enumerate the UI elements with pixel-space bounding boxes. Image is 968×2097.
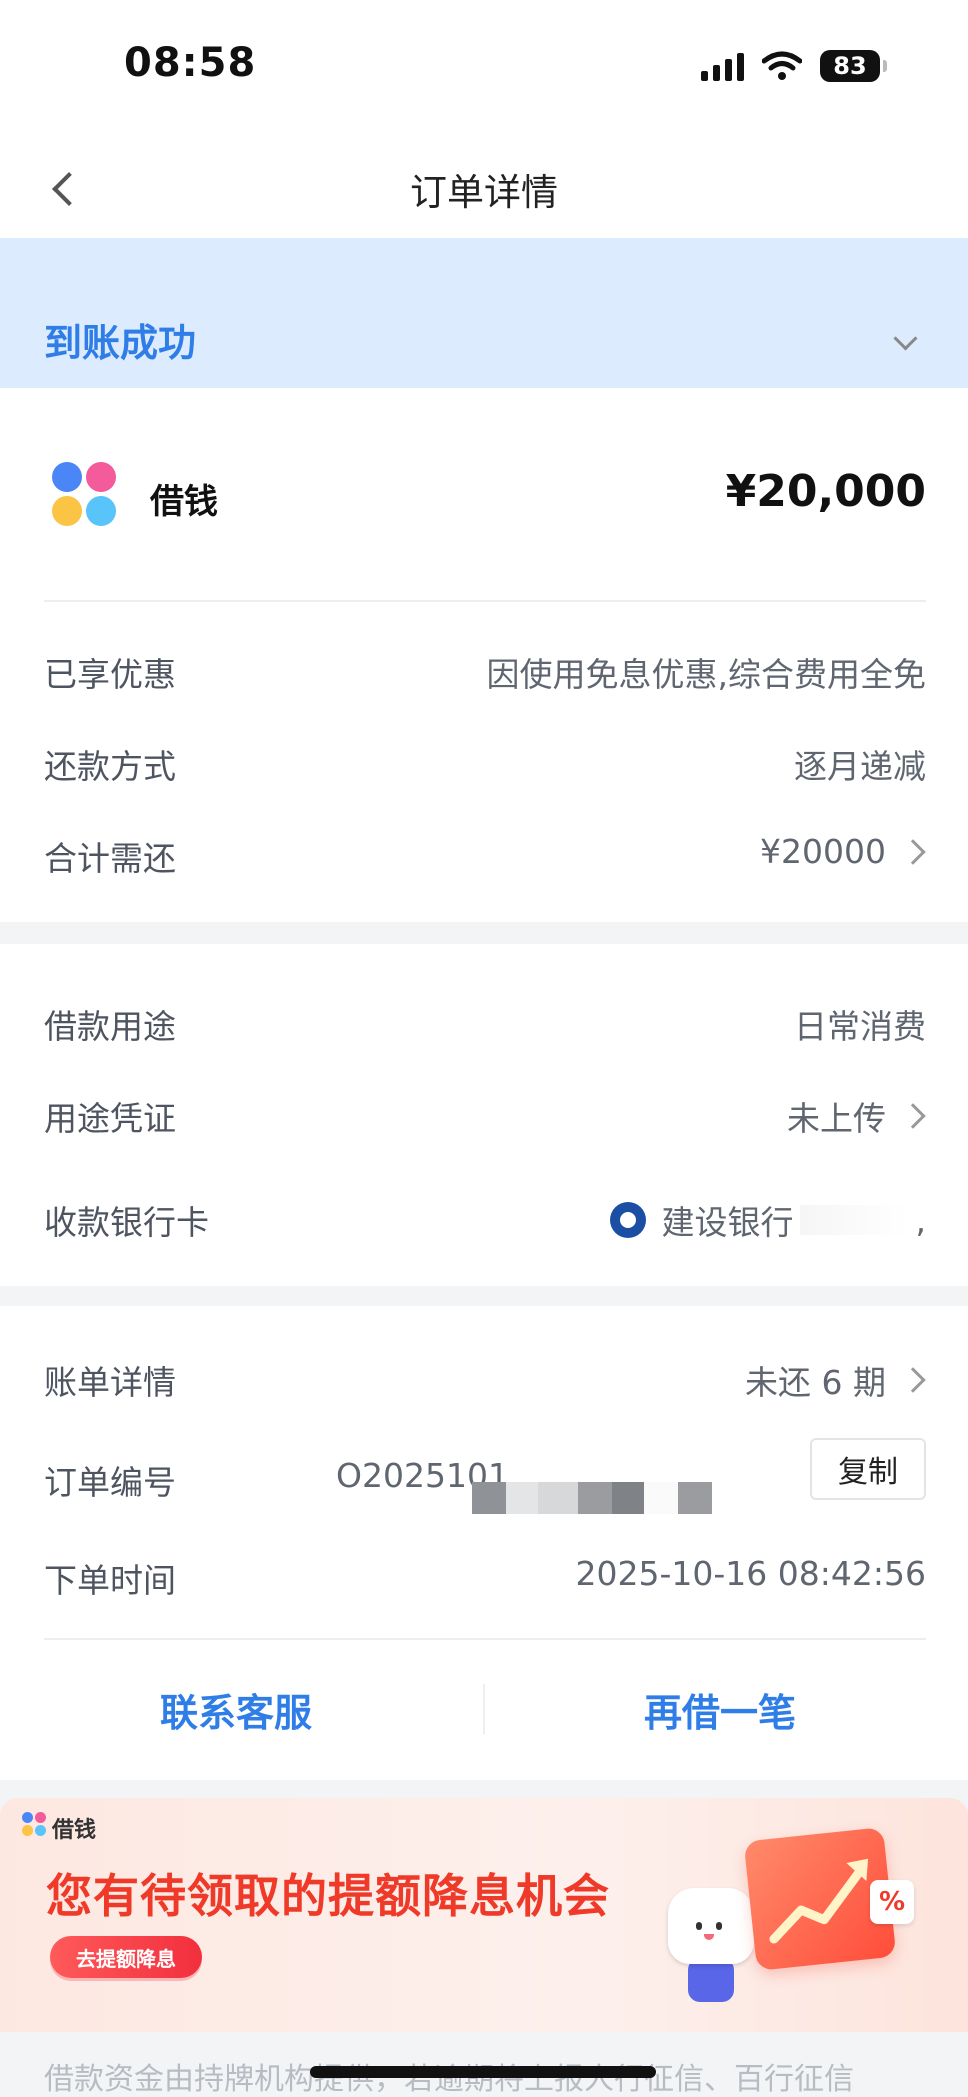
usage-proof-value: 未上传	[787, 1092, 926, 1140]
divider	[44, 600, 926, 602]
product-row: 借钱 ¥20,000	[0, 388, 968, 602]
usage-proof-row[interactable]: 用途凭证 未上传	[0, 1078, 968, 1148]
mascot-icon	[668, 1888, 754, 2008]
status-time: 08:58	[124, 40, 257, 86]
status-bar: 08:58 83	[0, 0, 968, 140]
home-indicator	[310, 2066, 656, 2078]
order-time-value: 2025-10-16 08:42:56	[575, 1554, 926, 1593]
loan-purpose-value: 日常消费	[794, 1007, 926, 1046]
total-due-label: 合计需还	[44, 839, 176, 878]
loan-summary-card: 借钱 ¥20,000 已享优惠 因使用免息优惠,综合费用全免 还款方式 逐月递减…	[0, 388, 968, 922]
battery-icon: 83	[820, 50, 887, 82]
chevron-down-icon[interactable]	[894, 330, 916, 352]
product-logo-icon	[52, 462, 118, 528]
discount-row: 已享优惠 因使用免息优惠,综合费用全免	[0, 634, 968, 704]
order-status-banner[interactable]: 到账成功	[0, 238, 968, 388]
nav-bar: 订单详情	[0, 140, 968, 238]
order-status-text: 到账成功	[44, 321, 197, 365]
signal-icon	[701, 51, 744, 81]
chevron-right-icon	[900, 838, 926, 865]
contact-support-button[interactable]: 联系客服	[160, 1682, 312, 1737]
order-time-row: 下单时间 2025-10-16 08:42:56	[0, 1540, 968, 1610]
loan-usage-card: 借款用途 日常消费 用途凭证 未上传 收款银行卡 建设银行 ,	[0, 944, 968, 1286]
borrow-again-button[interactable]: 再借一笔	[644, 1682, 796, 1737]
loan-amount: ¥20,000	[725, 466, 926, 517]
bank-card-suffix: ,	[915, 1200, 927, 1240]
bank-name: 建设银行	[661, 1203, 794, 1242]
usage-proof-status: 未上传	[787, 1099, 886, 1138]
repayment-method-label: 还款方式	[44, 747, 176, 786]
discount-label: 已享优惠	[44, 655, 176, 694]
product-name: 借钱	[150, 482, 218, 522]
total-due-row[interactable]: 合计需还 ¥20000	[0, 818, 968, 888]
action-row: 联系客服 再借一笔	[0, 1652, 968, 1766]
bill-detail-value: 未还 6 期	[745, 1356, 926, 1404]
loan-purpose-row: 借款用途 日常消费	[0, 986, 968, 1056]
back-button[interactable]	[40, 164, 90, 214]
bank-card-label: 收款银行卡	[44, 1203, 209, 1242]
ccb-bank-icon	[609, 1202, 646, 1238]
repayment-method-value: 逐月递减	[794, 747, 926, 786]
bill-detail-row[interactable]: 账单详情 未还 6 期	[0, 1342, 968, 1412]
promo-banner[interactable]: 借钱 您有待领取的提额降息机会 去提额降息 %	[0, 1798, 968, 2032]
discount-value: 因使用免息优惠,综合费用全免	[486, 655, 927, 694]
usage-proof-label: 用途凭证	[44, 1099, 176, 1138]
order-time-label: 下单时间	[44, 1561, 176, 1600]
order-number-label: 订单编号	[44, 1463, 176, 1502]
total-due-value: ¥20000	[760, 832, 926, 871]
promo-title: 您有待领取的提额降息机会	[46, 1869, 610, 1923]
status-icons: 83	[701, 48, 887, 84]
repayment-method-row: 还款方式 逐月递减	[0, 726, 968, 796]
divider	[44, 1638, 926, 1640]
brand-logo-icon	[22, 1812, 46, 1836]
bank-card-row: 收款银行卡 建设银行 ,	[0, 1182, 968, 1252]
page-title: 订单详情	[410, 171, 558, 214]
masked-card-number	[799, 1205, 910, 1235]
raise-limit-button[interactable]: 去提额降息	[50, 1936, 202, 1978]
bank-card-value: 建设银行 ,	[609, 1196, 927, 1244]
wifi-icon	[762, 51, 802, 80]
total-due-amount: ¥20000	[760, 832, 886, 871]
chevron-right-icon	[900, 1367, 926, 1393]
percent-icon: %	[870, 1880, 914, 1924]
copy-order-number-button[interactable]: 复制	[810, 1438, 926, 1500]
order-number-mask	[472, 1482, 712, 1514]
promo-brand: 借钱	[52, 1818, 97, 1843]
bill-detail-label: 账单详情	[44, 1363, 176, 1402]
chevron-right-icon	[900, 1103, 926, 1129]
loan-purpose-label: 借款用途	[44, 1007, 176, 1046]
bill-detail-status: 未还 6 期	[745, 1363, 886, 1402]
divider	[483, 1684, 485, 1734]
